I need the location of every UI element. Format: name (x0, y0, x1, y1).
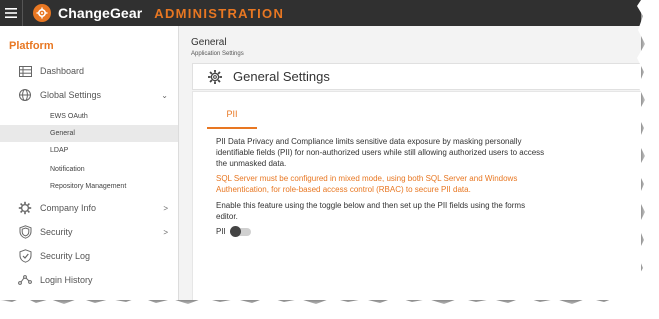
pii-instructions: Enable this feature using the toggle bel… (216, 201, 526, 221)
sidebar-subitem-notification[interactable]: Notification (0, 161, 178, 178)
settings-header: General Settings (192, 63, 641, 90)
gear-icon (18, 201, 32, 215)
sidebar-item-label: Company Info (40, 203, 97, 213)
brand-name: ChangeGear (58, 5, 143, 21)
login-history-icon (18, 273, 32, 287)
sidebar-item-company-info[interactable]: Company Info > (0, 199, 178, 217)
sidebar-item-label: Security (40, 227, 73, 237)
sidebar-subitem-ldap[interactable]: LDAP (0, 142, 178, 159)
sidebar-item-label: Global Settings (40, 90, 102, 100)
shield-icon (18, 225, 32, 239)
sidebar-item-label: Security Log (40, 251, 91, 261)
sidebar-subitem-repository-management[interactable]: Repository Management (0, 178, 178, 195)
pii-toggle-label: PII (216, 227, 226, 236)
pii-toggle-row: PII (216, 225, 251, 237)
dashboard-icon (18, 64, 32, 78)
sidebar-subitem-general[interactable]: General (0, 125, 178, 142)
sidebar-item-login-history[interactable]: Login History (0, 271, 178, 289)
toggle-knob (229, 225, 241, 237)
sidebar-title: Platform (9, 40, 54, 52)
pii-toggle[interactable] (229, 225, 251, 237)
settings-card: PII PII Data Privacy and Compliance limi… (192, 91, 641, 300)
chevron-right-icon[interactable]: > (163, 204, 168, 213)
sidebar-subitem-ews-oauth[interactable]: EWS OAuth (0, 108, 178, 125)
globe-settings-icon (18, 88, 32, 102)
top-bar: ChangeGear ADMINISTRATION (0, 0, 641, 26)
sidebar-item-label: Login History (40, 275, 93, 285)
gear-icon (207, 69, 223, 85)
chevron-down-icon[interactable]: ⌄ (161, 91, 168, 100)
breadcrumb-title: General (191, 37, 227, 48)
sidebar-item-security[interactable]: Security > (0, 223, 178, 241)
menu-icon[interactable] (0, 0, 23, 26)
pii-description: PII Data Privacy and Compliance limits s… (216, 137, 545, 168)
page-title: General Settings (233, 69, 330, 84)
main-content: General Application Settings General Set… (179, 26, 641, 300)
sidebar: Platform Dashboard Global Settings ⌄ EWS… (0, 26, 179, 300)
chevron-right-icon[interactable]: > (163, 228, 168, 237)
section-title: ADMINISTRATION (154, 5, 285, 21)
changegear-logo-icon (33, 4, 51, 22)
shield-check-icon (18, 249, 32, 263)
pii-warning: SQL Server must be configured in mixed m… (216, 174, 518, 194)
sidebar-item-security-log[interactable]: Security Log (0, 247, 178, 265)
sidebar-item-global-settings[interactable]: Global Settings ⌄ (0, 86, 178, 104)
app-window: ChangeGear ADMINISTRATION Platform Dashb… (0, 0, 641, 300)
sidebar-item-label: Dashboard (40, 66, 85, 76)
breadcrumb[interactable]: Application Settings (191, 51, 244, 57)
sidebar-item-dashboard[interactable]: Dashboard (0, 62, 178, 80)
tab-pii[interactable]: PII (207, 109, 257, 129)
